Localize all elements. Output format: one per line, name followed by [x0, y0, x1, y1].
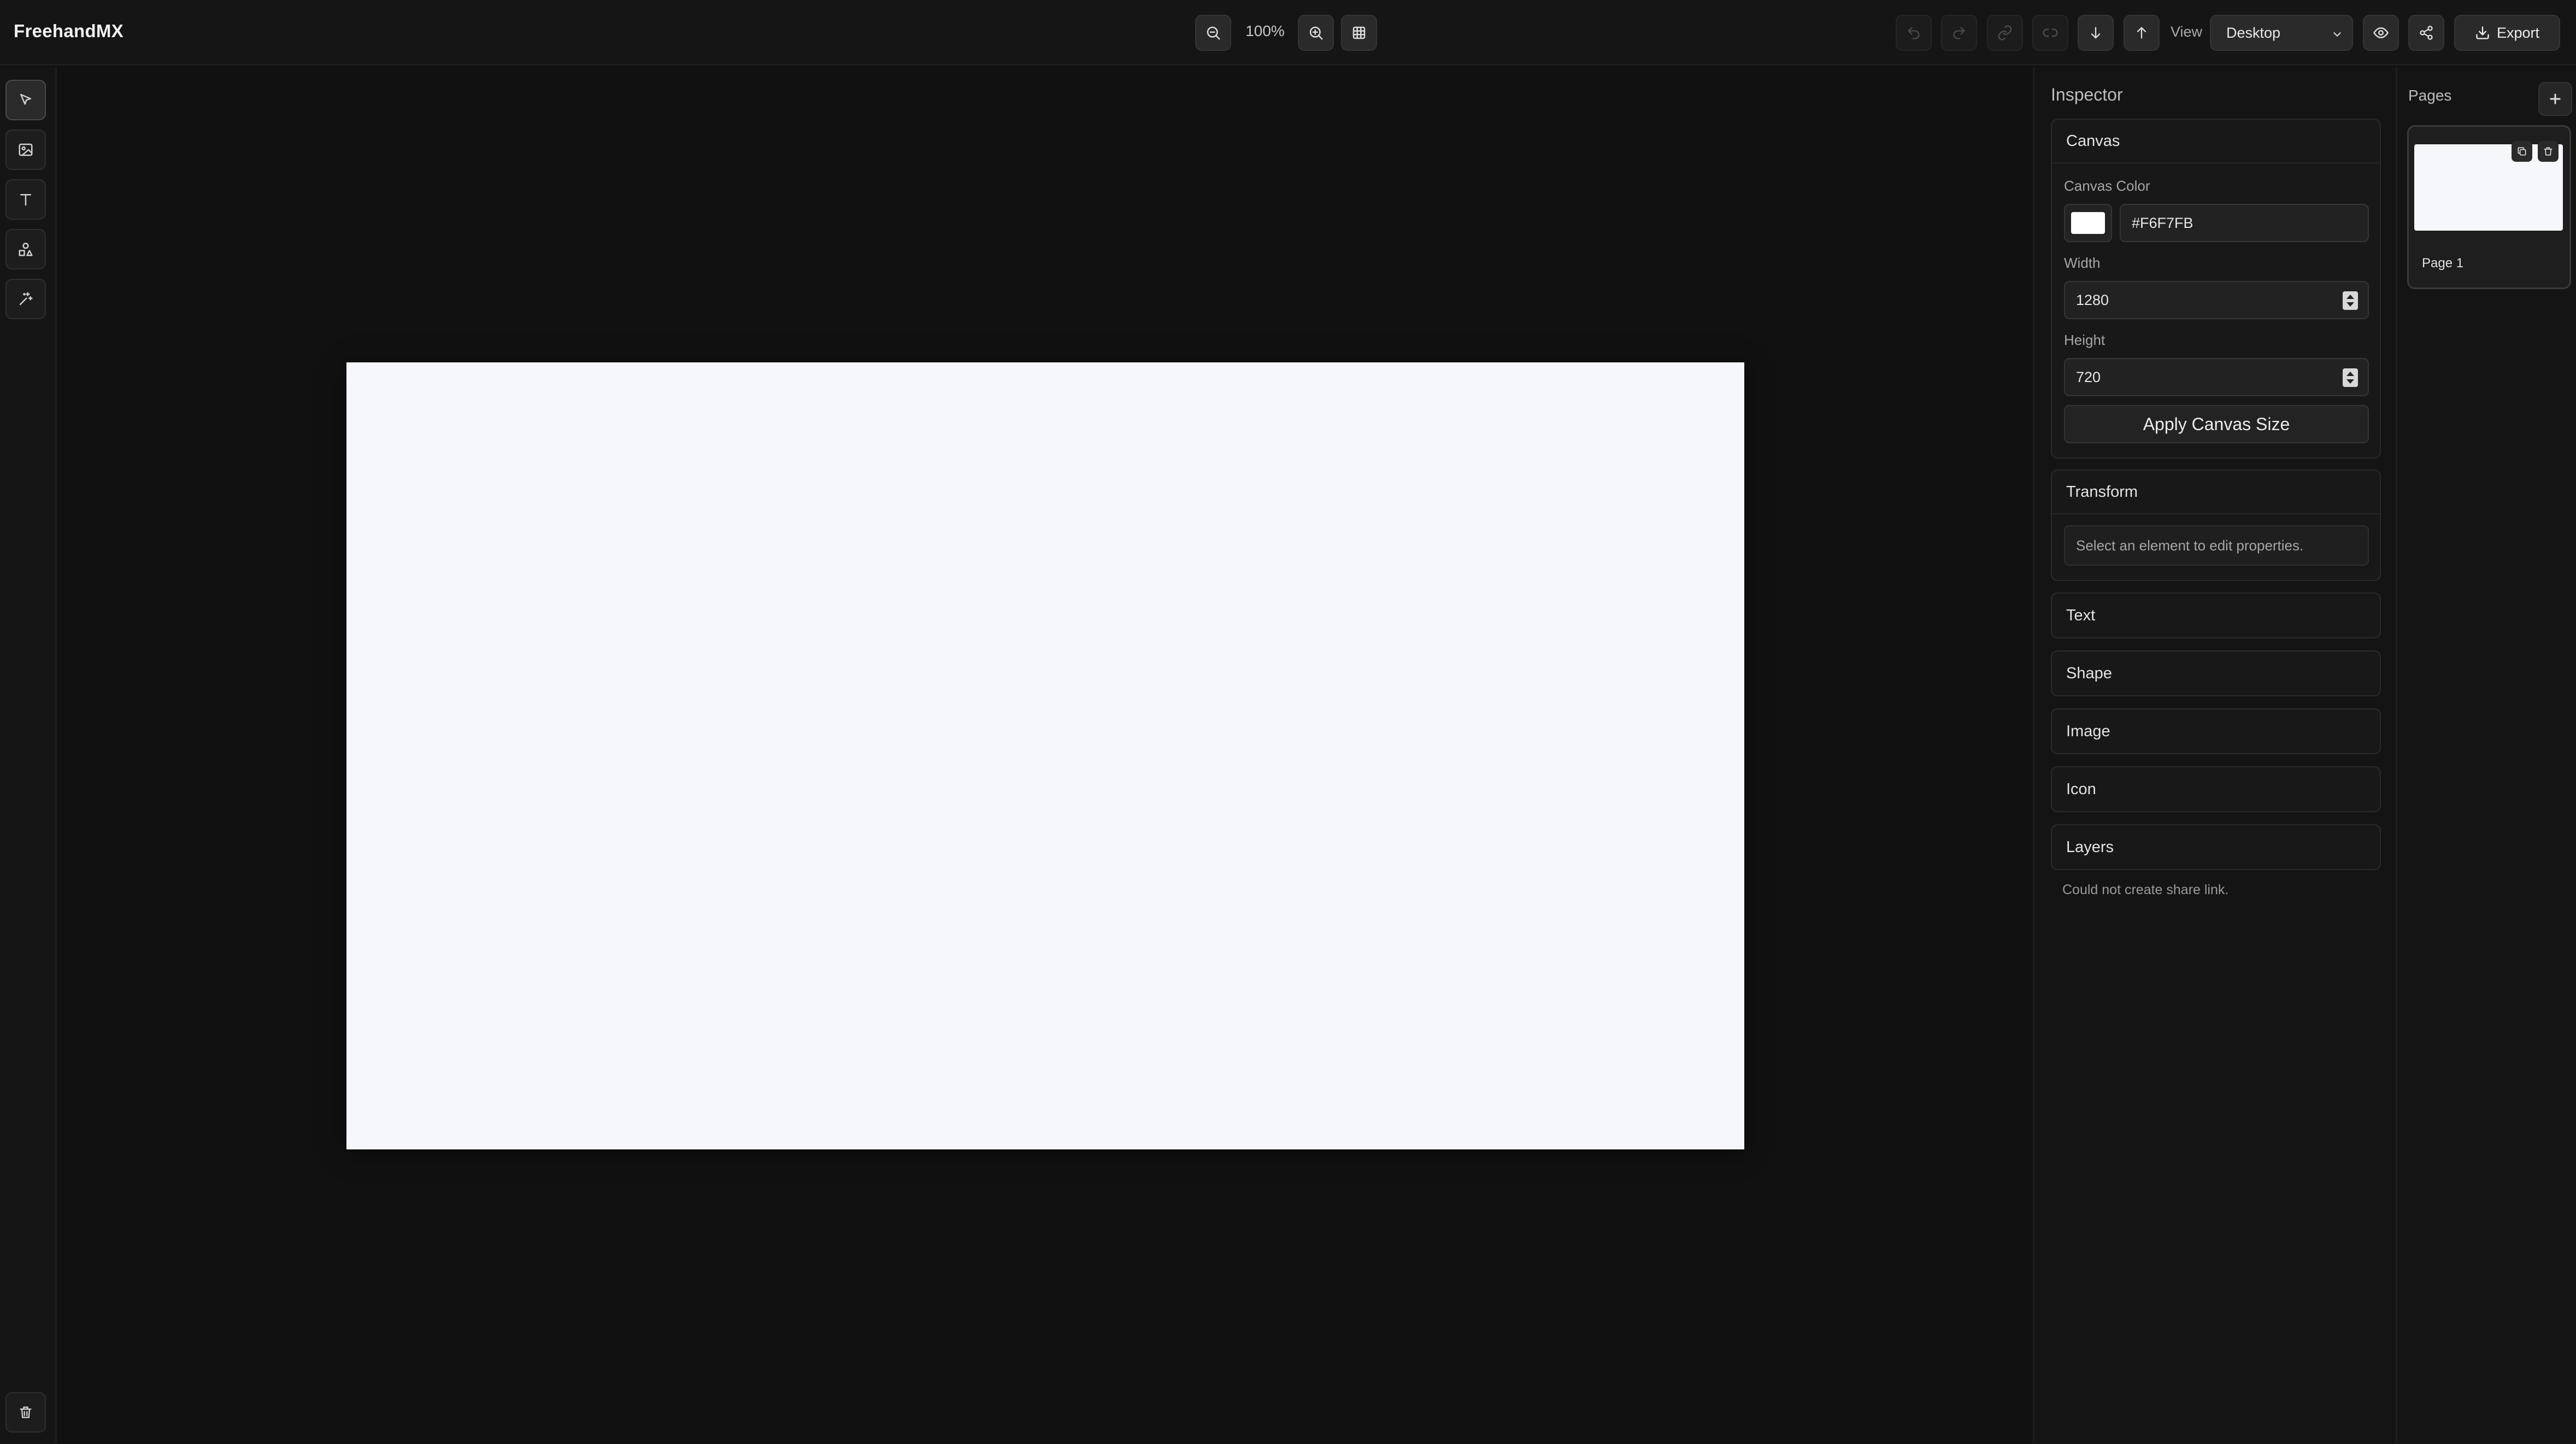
transform-section: Transform Select an element to edit prop… — [2051, 469, 2381, 581]
undo-icon — [1908, 27, 1920, 39]
trash-icon — [2544, 147, 2553, 156]
top-bar: FreehandMX 100% View Desktop Export — [0, 0, 2576, 66]
view-select[interactable]: Desktop — [2210, 15, 2353, 51]
zoom-in-button[interactable] — [1298, 15, 1334, 51]
eye-icon — [2373, 27, 2389, 39]
zoom-in-icon — [1309, 26, 1323, 40]
redo-icon — [1953, 27, 1965, 39]
layers-section-header[interactable]: Layers — [2052, 825, 2380, 869]
text-icon — [20, 194, 31, 206]
transform-hint: Select an element to edit properties. — [2064, 525, 2369, 566]
undo-button[interactable] — [1896, 15, 1932, 51]
plus-icon — [2550, 93, 2561, 104]
app-title: FreehandMX — [14, 21, 124, 41]
chevron-down-icon — [2333, 32, 2341, 37]
height-label: Height — [2064, 332, 2106, 348]
canvas-color-swatch[interactable] — [2064, 204, 2112, 242]
zoom-level: 100% — [1245, 22, 1285, 39]
duplicate-page-button[interactable] — [2512, 141, 2532, 162]
shapes-icon — [19, 243, 33, 256]
bring-forward-button[interactable] — [2124, 15, 2160, 51]
link-icon — [1998, 25, 2012, 40]
width-input[interactable]: 1280 — [2064, 281, 2369, 319]
zoom-out-icon — [1207, 26, 1220, 40]
sparkle-icon — [19, 292, 33, 306]
layers-section[interactable]: Layers — [2051, 824, 2381, 870]
image-icon — [19, 143, 33, 156]
share-button[interactable] — [2408, 15, 2444, 51]
trash-icon — [20, 1406, 32, 1418]
text-tool[interactable] — [5, 179, 46, 220]
canvas-section: Canvas Canvas Color #F6F7FB Width 1280 H… — [2051, 119, 2381, 459]
share-icon — [2420, 26, 2433, 40]
height-stepper[interactable] — [2343, 368, 2358, 387]
preview-button[interactable] — [2363, 15, 2399, 51]
width-value: 1280 — [2076, 291, 2109, 308]
image-section[interactable]: Image — [2051, 708, 2381, 754]
link-button[interactable] — [1987, 15, 2023, 51]
pages-panel: Pages Page 1 — [2396, 67, 2576, 1444]
height-input[interactable]: 720 — [2064, 358, 2369, 396]
view-select-value: Desktop — [2226, 24, 2281, 41]
unlink-icon — [2043, 28, 2058, 37]
canvas-color-input[interactable]: #F6F7FB — [2120, 204, 2369, 242]
view-label: View — [2171, 24, 2203, 40]
download-icon — [2476, 26, 2489, 39]
redo-button[interactable] — [1941, 15, 1977, 51]
width-label: Width — [2064, 255, 2101, 271]
text-section-header[interactable]: Text — [2052, 594, 2380, 637]
page-card[interactable]: Page 1 — [2407, 125, 2571, 289]
pages-title: Pages — [2408, 87, 2452, 104]
shape-section-header[interactable]: Shape — [2052, 651, 2380, 695]
image-tool[interactable] — [5, 130, 46, 170]
delete-page-button[interactable] — [2538, 141, 2559, 162]
unlink-button[interactable] — [2032, 15, 2068, 51]
inspector-panel: Inspector Canvas Canvas Color #F6F7FB Wi… — [2033, 67, 2396, 1444]
status-message: Could not create share link. — [2062, 882, 2229, 897]
width-stepper[interactable] — [2343, 291, 2358, 310]
copy-icon — [2518, 147, 2526, 156]
image-section-header[interactable]: Image — [2052, 709, 2380, 753]
export-button[interactable]: Export — [2454, 15, 2560, 51]
send-backward-button[interactable] — [2078, 15, 2114, 51]
pointer-icon — [20, 93, 31, 105]
apply-canvas-size-button[interactable]: Apply Canvas Size — [2064, 405, 2369, 443]
canvas-section-header[interactable]: Canvas — [2052, 120, 2380, 163]
arrow-down-icon — [2091, 27, 2101, 39]
grid-toggle-button[interactable] — [1341, 15, 1377, 51]
arrow-up-icon — [2137, 27, 2146, 39]
left-toolbar — [0, 67, 57, 1444]
zoom-out-button[interactable] — [1195, 15, 1231, 51]
page-name: Page 1 — [2422, 256, 2464, 271]
select-tool[interactable] — [5, 80, 46, 120]
icon-section-header[interactable]: Icon — [2052, 767, 2380, 811]
canvas-color-label: Canvas Color — [2064, 178, 2150, 194]
add-page-button[interactable] — [2538, 82, 2572, 116]
shape-section[interactable]: Shape — [2051, 650, 2381, 696]
export-label: Export — [2496, 24, 2540, 41]
grid-icon — [1352, 26, 1366, 39]
effects-tool[interactable] — [5, 279, 46, 319]
transform-section-header[interactable]: Transform — [2052, 471, 2380, 514]
canvas-artboard[interactable] — [346, 362, 1744, 1149]
height-value: 720 — [2076, 368, 2101, 385]
inspector-title: Inspector — [2051, 85, 2123, 104]
color-chip — [2071, 212, 2105, 234]
icon-section[interactable]: Icon — [2051, 766, 2381, 812]
shape-tool[interactable] — [5, 229, 46, 269]
text-section[interactable]: Text — [2051, 592, 2381, 638]
delete-tool[interactable] — [5, 1392, 46, 1433]
